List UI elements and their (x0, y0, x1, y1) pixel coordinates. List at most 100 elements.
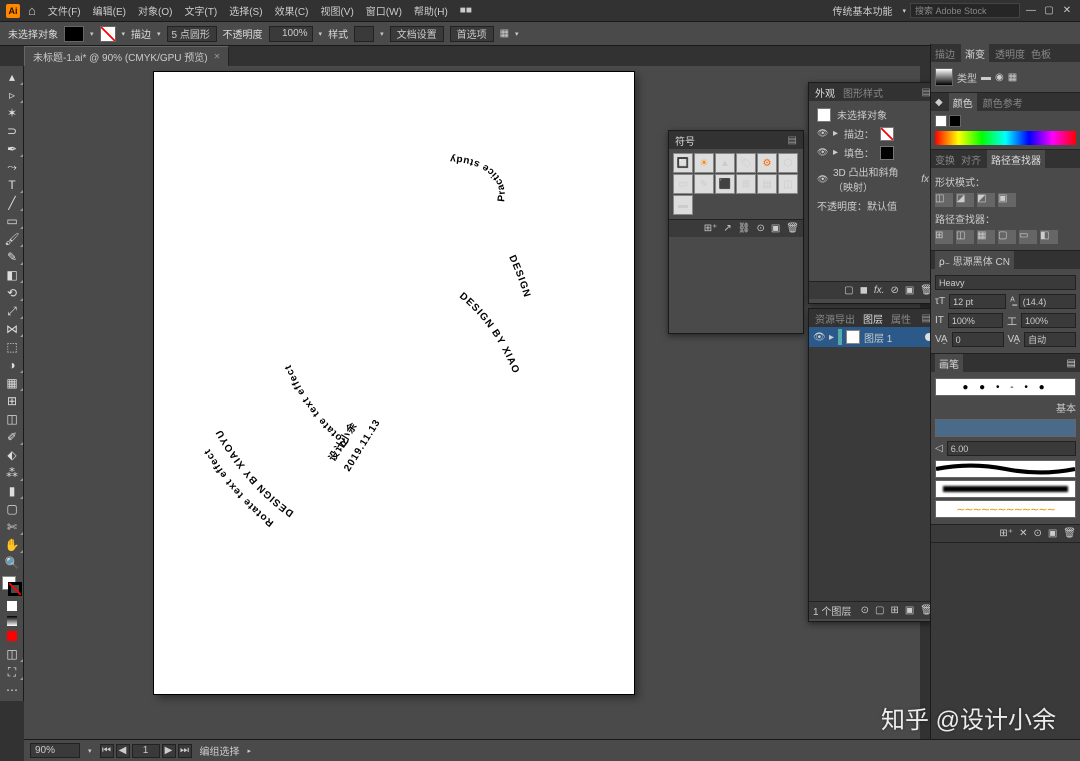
divide-icon[interactable]: ⊞ (935, 230, 953, 244)
next-artboard-icon[interactable]: ▶ (162, 744, 176, 758)
type-tool-icon[interactable]: T (0, 176, 24, 194)
hscale-field[interactable]: 100% (1021, 313, 1076, 328)
mesh-tool-icon[interactable]: ⊞ (0, 392, 24, 410)
radial-icon[interactable]: ◉ (995, 72, 1004, 83)
appearance-panel[interactable]: 外观图形样式▤ 未选择对象 👁▸描边： 👁▸填色： 👁3D 凸出和斜角（映射）f… (808, 82, 938, 304)
opacity-field[interactable]: 100% (269, 26, 313, 42)
break-link-icon[interactable]: ⛓ (738, 223, 751, 234)
menu-type[interactable]: 文字(T) (180, 3, 221, 18)
crop-icon[interactable]: ▢ (998, 230, 1016, 244)
workspace-dropdown-icon[interactable]: ▾ (902, 7, 906, 15)
properties-tab[interactable]: 属性 (891, 311, 911, 326)
duplicate-icon[interactable]: ▣ (905, 285, 914, 296)
layers-panel[interactable]: 资源导出图层属性▤ 👁▸ 图层 1 1 个图层⊙▢⊞▣🗑 (808, 308, 938, 622)
tracking-field[interactable]: 自动 (1024, 332, 1076, 347)
brush-size-field[interactable]: 6.00 (947, 441, 1076, 456)
stroke-profile[interactable]: 5 点圆形 (167, 26, 217, 42)
transparency-tab[interactable]: 透明度 (995, 46, 1025, 61)
symbol-options-icon[interactable]: ⊙ (756, 223, 764, 234)
symbol-item[interactable]: ⬡ (778, 153, 798, 173)
doc-setup-button[interactable]: 文档设置 (390, 26, 444, 42)
graph-tool-icon[interactable]: ▮ (0, 482, 24, 500)
free-transform-tool-icon[interactable]: ⬚ (0, 338, 24, 356)
gradient-tab[interactable]: 渐变 (961, 44, 989, 63)
layer-name[interactable]: 图层 1 (864, 330, 892, 345)
brushes-tab[interactable]: 画笔 (935, 354, 963, 373)
new-fill-icon[interactable]: ◼ (860, 285, 868, 296)
last-artboard-icon[interactable]: ⏭ (178, 744, 192, 758)
workspace-switcher[interactable]: 传统基本功能 (826, 3, 898, 18)
layer-row[interactable]: 👁▸ 图层 1 (809, 327, 937, 347)
hand-tool-icon[interactable]: ✋ (0, 536, 24, 554)
asset-export-tab[interactable]: 资源导出 (815, 311, 855, 326)
minus-front-icon[interactable]: ◪ (956, 193, 974, 207)
zoom-field[interactable]: 90% (30, 743, 80, 758)
brush-options-icon[interactable]: ⊙ (1033, 528, 1041, 539)
menu-view[interactable]: 视图(V) (316, 3, 357, 18)
color-swatches[interactable] (935, 115, 1076, 127)
search-input[interactable]: 搜索 Adobe Stock (910, 3, 1020, 18)
menu-effect[interactable]: 效果(C) (271, 3, 313, 18)
place-symbol-icon[interactable]: ↗ (723, 223, 731, 234)
brush-preset[interactable] (935, 480, 1076, 498)
new-layer-icon[interactable]: ▣ (905, 605, 914, 616)
artboard-num-field[interactable]: 1 (132, 744, 160, 758)
symbol-spray-tool-icon[interactable]: ⁂ (0, 464, 24, 482)
intersect-icon[interactable]: ◩ (977, 193, 995, 207)
menu-select[interactable]: 选择(S) (225, 3, 266, 18)
menu-share[interactable]: ■■ (456, 5, 476, 16)
curvature-tool-icon[interactable]: ⤳ (0, 158, 24, 176)
shape-builder-tool-icon[interactable]: ◑ (0, 356, 24, 374)
locate-icon[interactable]: ⊙ (861, 605, 869, 616)
gradient-swatch-icon[interactable] (935, 68, 953, 86)
kerning-field[interactable]: 0 (952, 332, 1004, 347)
color-mode-icons[interactable] (0, 600, 23, 645)
graphic-styles-tab[interactable]: 图形样式 (843, 85, 883, 100)
symbol-item[interactable]: ⬛ (715, 174, 735, 194)
close-icon[interactable]: ✕ (1060, 4, 1074, 18)
fill-stroke-icon[interactable] (2, 576, 22, 596)
menu-object[interactable]: 对象(O) (134, 3, 176, 18)
symbol-item[interactable]: ▭ (673, 174, 693, 194)
panel-menu-icon[interactable]: ▤ (1067, 358, 1076, 369)
freeform-icon[interactable]: ▦ (1008, 72, 1017, 83)
perspective-tool-icon[interactable]: ▦ (0, 374, 24, 392)
brush-preset[interactable] (935, 460, 1076, 478)
symbols-tab[interactable]: 符号 (675, 133, 695, 148)
draw-mode-icon[interactable]: ◫ (0, 645, 24, 663)
symbol-item[interactable]: ▲ (715, 153, 735, 173)
magic-wand-tool-icon[interactable]: ✶ (0, 104, 24, 122)
symbol-item[interactable]: ☀ (694, 153, 714, 173)
panel-menu-icon[interactable]: ▤ (788, 135, 797, 146)
eyedropper-tool-icon[interactable]: ✐ (0, 428, 24, 446)
brush-preset[interactable] (935, 419, 1076, 437)
minus-back-icon[interactable]: ◧ (1040, 230, 1058, 244)
scale-tool-icon[interactable]: ⤢ (0, 302, 24, 320)
color-tab[interactable]: 颜色 (949, 93, 977, 112)
brush-preset[interactable] (935, 500, 1076, 518)
basic-brush-label[interactable]: 基本 (1056, 400, 1076, 415)
fx-icon[interactable]: fx (921, 174, 929, 185)
zoom-tool-icon[interactable]: 🔍 (0, 554, 24, 572)
rectangle-tool-icon[interactable]: ▭ (0, 212, 24, 230)
slice-tool-icon[interactable]: ✄ (0, 518, 24, 536)
pen-tool-icon[interactable]: ✒ (0, 140, 24, 158)
home-icon[interactable]: ⌂ (24, 3, 40, 18)
symbol-libraries-icon[interactable]: ⊞⁺ (704, 223, 718, 234)
symbol-item[interactable]: ⚙ (757, 153, 777, 173)
prev-artboard-icon[interactable]: ◀ (116, 744, 130, 758)
unite-icon[interactable]: ◫ (935, 193, 953, 207)
document-tab[interactable]: 未标题-1.ai* @ 90% (CMYK/GPU 预览) ✕ (24, 46, 229, 66)
visibility-icon[interactable]: 👁 (817, 147, 827, 158)
fill-row[interactable]: 填色： (844, 145, 874, 160)
vscale-field[interactable]: 100% (948, 313, 1003, 328)
pathfinder-tab[interactable]: 路径查找器 (987, 150, 1045, 169)
layers-tab[interactable]: 图层 (863, 311, 883, 326)
brush-lib-icon[interactable]: ⊞⁺ (999, 528, 1013, 539)
minimize-icon[interactable]: — (1024, 4, 1038, 18)
fill-swatch[interactable] (64, 26, 84, 42)
align-tab[interactable]: 对齐 (961, 152, 981, 167)
opacity-row[interactable]: 不透明度：默认值 (817, 198, 897, 213)
visibility-icon[interactable]: 👁 (817, 174, 827, 185)
trim-icon[interactable]: ◫ (956, 230, 974, 244)
